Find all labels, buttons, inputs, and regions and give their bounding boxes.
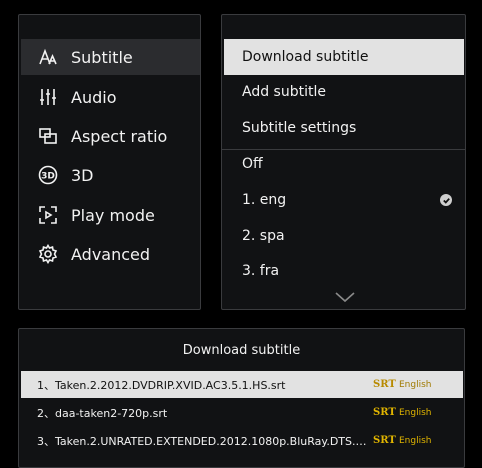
download-subtitle-dialog: Download subtitle 1、Taken.2.2012.DVDRIP.… bbox=[18, 328, 465, 468]
language-label: English bbox=[399, 407, 432, 418]
svg-text:3D: 3D bbox=[41, 172, 55, 182]
sidebar-item-label: 3D bbox=[71, 165, 94, 185]
sidebar-item-label: Play mode bbox=[71, 205, 155, 225]
sidebar-item-label: Audio bbox=[71, 87, 117, 107]
subtitle-file-row[interactable]: 2、daa-taken2-720p.srt SRT English bbox=[21, 399, 463, 426]
add-subtitle-button[interactable]: Add subtitle bbox=[224, 74, 464, 110]
track-label: 2. spa bbox=[242, 228, 285, 244]
subtitle-track-spa[interactable]: 2. spa bbox=[224, 218, 464, 254]
track-label: Off bbox=[242, 156, 263, 172]
file-name: 2、daa-taken2-720p.srt bbox=[37, 406, 168, 420]
3d-icon: 3D bbox=[37, 164, 59, 186]
sidebar-item-label: Aspect ratio bbox=[71, 126, 168, 146]
play-mode-icon bbox=[37, 204, 59, 226]
format-badge: SRT bbox=[373, 435, 396, 446]
track-label: 1. eng bbox=[242, 192, 287, 208]
subtitle-menu-panel: Download subtitle Add subtitle Subtitle … bbox=[221, 14, 466, 310]
download-subtitle-button[interactable]: Download subtitle bbox=[224, 39, 464, 75]
file-name: 1、Taken.2.2012.DVDRIP.XVID.AC3.5.1.HS.sr… bbox=[37, 378, 286, 392]
sidebar-item-play-mode[interactable]: Play mode bbox=[21, 197, 200, 233]
format-badge: SRT bbox=[373, 379, 396, 390]
sidebar-item-aspect-ratio[interactable]: Aspect ratio bbox=[21, 118, 200, 154]
subtitle-track-fra[interactable]: 3. fra bbox=[224, 253, 464, 289]
dialog-title: Download subtitle bbox=[182, 343, 301, 358]
language-label: English bbox=[399, 435, 432, 446]
subtitle-file-row[interactable]: 1、Taken.2.2012.DVDRIP.XVID.AC3.5.1.HS.sr… bbox=[21, 371, 463, 398]
track-label: 3. fra bbox=[242, 263, 280, 279]
sidebar-item-label: Subtitle bbox=[71, 47, 133, 67]
font-size-icon bbox=[37, 46, 59, 68]
sidebar-item-label: Advanced bbox=[71, 244, 151, 264]
subtitle-file-row[interactable]: 3、Taken.2.UNRATED.EXTENDED.2012.1080p.Bl… bbox=[21, 427, 463, 454]
file-name: 3、Taken.2.UNRATED.EXTENDED.2012.1080p.Bl… bbox=[37, 434, 373, 448]
chevron-down-icon[interactable] bbox=[334, 288, 356, 303]
check-icon bbox=[440, 194, 452, 206]
language-label: English bbox=[399, 379, 432, 390]
sidebar-item-subtitle[interactable]: Subtitle bbox=[21, 39, 200, 75]
subtitle-track-eng[interactable]: 1. eng bbox=[224, 182, 464, 218]
aspect-ratio-icon bbox=[37, 125, 59, 147]
sidebar-item-advanced[interactable]: Advanced bbox=[21, 236, 200, 272]
equalizer-icon bbox=[37, 86, 59, 108]
format-badge: SRT bbox=[373, 407, 396, 418]
settings-category-panel: Subtitle Audio Aspect ratio 3D 3D Play m… bbox=[18, 14, 201, 310]
sidebar-item-audio[interactable]: Audio bbox=[21, 79, 200, 115]
subtitle-settings-button[interactable]: Subtitle settings bbox=[224, 110, 464, 146]
gear-icon bbox=[37, 243, 59, 265]
sidebar-item-3d[interactable]: 3D 3D bbox=[21, 157, 200, 193]
subtitle-track-off[interactable]: Off bbox=[224, 146, 464, 182]
